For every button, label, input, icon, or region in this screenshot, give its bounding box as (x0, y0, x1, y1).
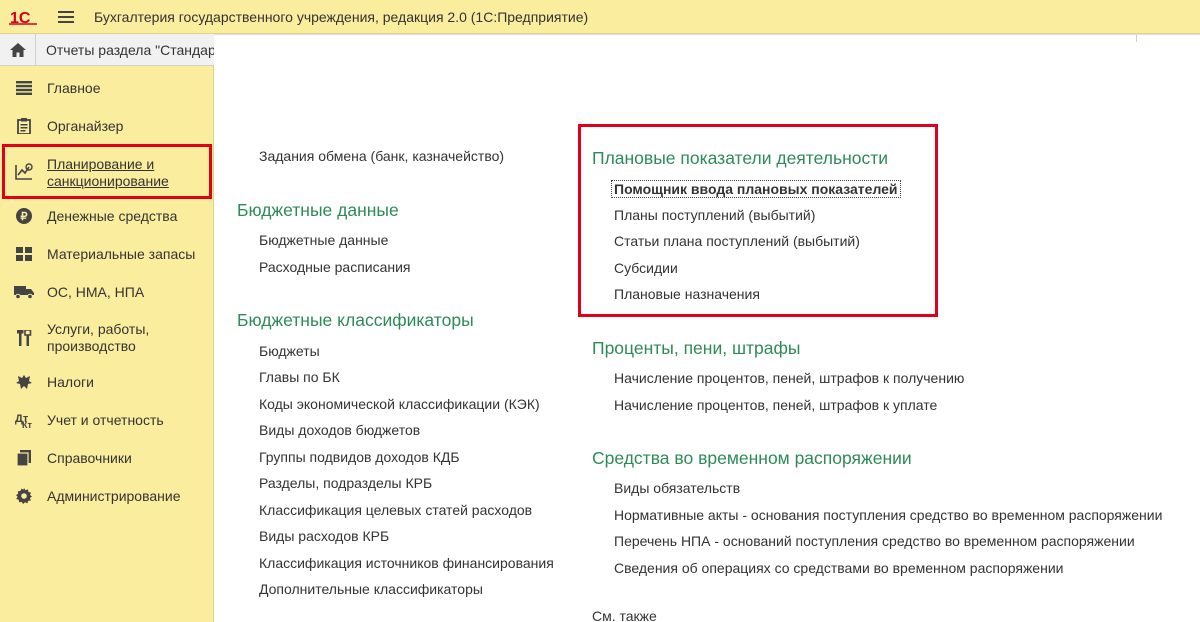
list-icon (14, 78, 34, 98)
home-icon[interactable] (0, 33, 36, 66)
tab-reports[interactable]: Отчеты раздела "Стандар (36, 42, 214, 58)
grid-icon (14, 244, 34, 264)
menu-icon[interactable] (48, 0, 84, 34)
clipboard-icon (14, 116, 34, 136)
sidebar-item-label: Налоги (47, 373, 94, 390)
sidebar-item-inventory[interactable]: Материальные запасы (0, 244, 214, 264)
link-classifier[interactable]: Дополнительные классификаторы (259, 581, 483, 597)
link-classifier[interactable]: Классификация целевых статей расходов (259, 502, 532, 518)
title-bar: 1С Бухгалтерия государственного учрежден… (0, 0, 1200, 34)
sidebar-item-label: ОС, НМА, НПА (47, 283, 145, 300)
section-temp-funds: Средства во временном распоряжении (592, 448, 912, 468)
link-temp-funds-item[interactable]: Перечень НПА - оснований поступления сре… (614, 533, 1135, 549)
1c-logo: 1С (0, 0, 48, 34)
link-temp-funds-item[interactable]: Нормативные акты - основания поступления… (614, 507, 1162, 523)
section-budget-data: Бюджетные данные (237, 200, 399, 220)
link-classifier[interactable]: Виды расходов КРБ (259, 528, 389, 544)
link-budget-data[interactable]: Бюджетные данные (259, 232, 388, 248)
link-expense-schedules[interactable]: Расходные расписания (259, 259, 411, 275)
link-classifier[interactable]: Бюджеты (259, 343, 320, 359)
sidebar-item-label: Главное (47, 79, 101, 96)
truck-icon (14, 282, 34, 302)
sidebar-item-label: Материальные запасы (47, 245, 196, 262)
accounting-icon: Дт Кт (14, 410, 34, 430)
tab-bar-fill (214, 34, 1200, 43)
link-classifier[interactable]: Группы подвидов доходов КДБ (259, 449, 460, 465)
tab-bar: Отчеты раздела "Стандар (0, 33, 214, 66)
sidebar-item-label: Органайзер (47, 117, 124, 134)
sidebar-item-accounting[interactable]: Дт Кт Учет и отчетность (0, 410, 214, 430)
link-classifier[interactable]: Главы по БК (259, 369, 340, 385)
sidebar-item-label: Услуги, работы, производство (47, 321, 150, 354)
books-icon (14, 448, 34, 468)
highlight-box-planning (2, 144, 212, 199)
sidebar-item-money[interactable]: ₽ Денежные средства (0, 206, 214, 226)
tools-icon (14, 328, 34, 348)
sidebar-item-services[interactable]: Услуги, работы, производство (0, 320, 214, 356)
sidebar-item-label: Учет и отчетность (47, 411, 164, 428)
link-classifier[interactable]: Виды доходов бюджетов (259, 422, 420, 438)
svg-text:₽: ₽ (21, 211, 28, 223)
coin-icon: ₽ (14, 206, 34, 226)
highlight-box-plan-indicators (578, 124, 938, 317)
link-classifier[interactable]: Разделы, подразделы КРБ (259, 475, 432, 491)
sidebar-item-label: Администрирование (47, 487, 181, 504)
emblem-icon (14, 372, 34, 392)
link-classifier[interactable]: Коды экономической классификации (КЭК) (259, 396, 540, 412)
sidebar-item-main[interactable]: Главное (0, 78, 214, 98)
sidebar-item-catalogs[interactable]: Справочники (0, 448, 214, 468)
sidebar-item-organizer[interactable]: Органайзер (0, 116, 214, 136)
svg-text:Кт: Кт (22, 420, 32, 428)
link-penalty-item[interactable]: Начисление процентов, пеней, штрафов к у… (614, 397, 937, 413)
section-budget-classifiers: Бюджетные классификаторы (237, 310, 474, 330)
sidebar-item-admin[interactable]: Администрирование (0, 486, 214, 506)
section-penalties: Проценты, пени, штрафы (592, 338, 801, 358)
window-title: Бухгалтерия государственного учреждения,… (94, 8, 589, 25)
link-classifier[interactable]: Классификация источников финансирования (259, 555, 554, 571)
link-temp-funds-item[interactable]: Виды обязательств (614, 480, 740, 496)
gear-icon (14, 486, 34, 506)
link-temp-funds-item[interactable]: Сведения об операциях со средствами во в… (614, 560, 1063, 576)
section-see-also: См. также (592, 608, 657, 622)
link-penalty-item[interactable]: Начисление процентов, пеней, штрафов к п… (614, 370, 964, 386)
sidebar-item-label: Денежные средства (47, 207, 178, 224)
sidebar-item-fixed-assets[interactable]: ОС, НМА, НПА (0, 282, 214, 302)
link-exchange-tasks[interactable]: Задания обмена (банк, казначейство) (259, 148, 504, 164)
svg-text:1С: 1С (10, 10, 31, 25)
sidebar-item-taxes[interactable]: Налоги (0, 372, 214, 392)
sidebar-item-label: Справочники (47, 449, 132, 466)
